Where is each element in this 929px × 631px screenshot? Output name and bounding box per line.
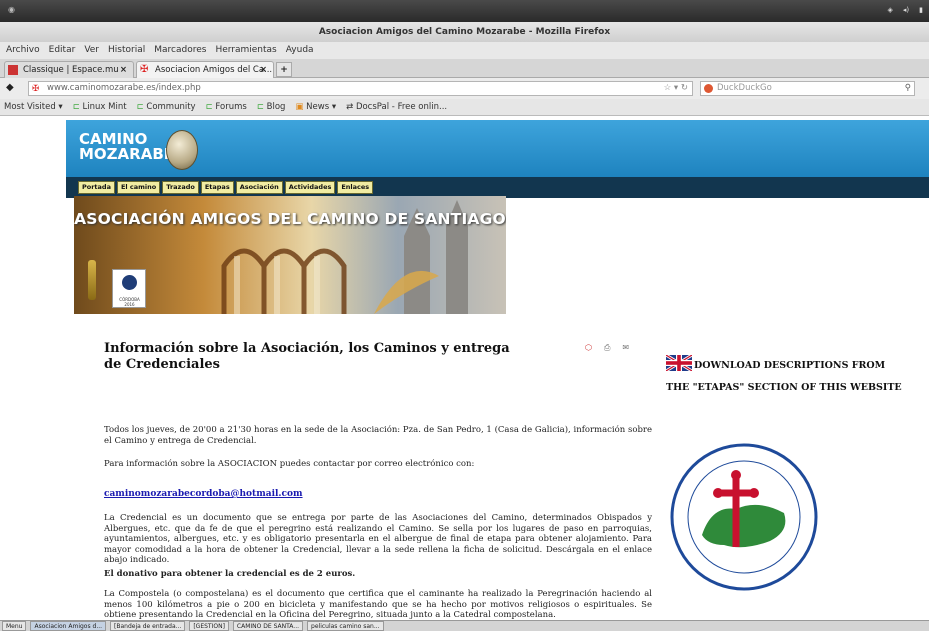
- taskbar-gestion[interactable]: [GESTION]: [189, 621, 229, 631]
- pdf-icon[interactable]: ⬡: [585, 343, 592, 353]
- desktop-panel: ◉ ◈ ◂) ▮: [0, 0, 929, 22]
- bookmark-icon: ⊏: [256, 102, 267, 112]
- menu-ver[interactable]: Ver: [84, 42, 99, 59]
- bookmark-icon: ⊏: [72, 102, 83, 112]
- close-icon[interactable]: ×: [260, 62, 267, 78]
- battery-icon[interactable]: ▮: [919, 6, 923, 14]
- docspal-icon: ⇄: [346, 102, 356, 112]
- page-viewport: CAMINO MOZARABE Portada El camino Trazad…: [0, 117, 929, 620]
- bookmark-icon: ⊏: [205, 102, 216, 112]
- cordoba-2016-badge[interactable]: CÓRDOBA 2016: [112, 269, 146, 308]
- tab-label: Classique | Espace.mu: [23, 65, 119, 75]
- article-title: Información sobre la Asociación, los Cam…: [104, 341, 510, 372]
- panel-apps-icon[interactable]: ◉: [8, 5, 15, 14]
- camino-favicon-icon: ✠: [140, 64, 149, 75]
- bookmark-blog[interactable]: ⊏ Blog: [257, 99, 286, 115]
- menu-bar: Archivo Editar Ver Historial Marcadores …: [0, 42, 929, 59]
- cordoba-logo-icon: [122, 275, 137, 290]
- taskbar: Menu Asociacion Amigos d... [Bandeja de …: [0, 620, 929, 631]
- search-placeholder: DuckDuckGo: [717, 83, 772, 93]
- menu-herramientas[interactable]: Herramientas: [215, 42, 276, 59]
- download-line-2: THE "ETAPAS" SECTION OF THIS WEBSITE: [666, 382, 902, 393]
- duckduckgo-icon: [704, 84, 713, 93]
- window-title: Asociacion Amigos del Camino Mozarabe - …: [0, 22, 929, 42]
- bookmark-linux-mint[interactable]: ⊏ Linux Mint: [73, 99, 127, 115]
- bookmark-forums[interactable]: ⊏ Forums: [206, 99, 247, 115]
- menu-historial[interactable]: Historial: [108, 42, 145, 59]
- email-icon[interactable]: ✉: [622, 343, 629, 353]
- cordoba-label: CÓRDOBA 2016: [119, 297, 140, 307]
- contact-email-link[interactable]: caminomozarabecordoba@hotmail.com: [104, 489, 303, 499]
- tab-asociacion[interactable]: ✠ Asociacion Amigos del Ca... ×: [136, 61, 274, 78]
- download-descriptions-link[interactable]: DOWNLOAD DESCRIPTIONS FROM THE "ETAPAS" …: [666, 355, 916, 399]
- bookmark-docspal[interactable]: ⇄ DocsPal - Free onlin...: [346, 99, 447, 115]
- new-tab-button[interactable]: +: [276, 62, 292, 77]
- close-icon[interactable]: ×: [120, 62, 127, 78]
- taskbar-firefox[interactable]: Asociacion Amigos d...: [30, 621, 107, 631]
- site-nav: Portada El camino Trazado Etapas Asociac…: [66, 177, 929, 198]
- logo-line-2: MOZARABE: [79, 145, 175, 163]
- nav-el-camino[interactable]: El camino: [116, 181, 161, 194]
- article-paragraph: Todos los jueves, de 20'00 a 21'30 horas…: [104, 425, 652, 446]
- menu-ayuda[interactable]: Ayuda: [286, 42, 314, 59]
- site-header: CAMINO MOZARABE: [66, 120, 929, 177]
- site-identity-icon: ✠: [32, 84, 40, 94]
- federation-seal-icon: [670, 443, 818, 591]
- article-paragraph: Para información sobre la ASOCIACION pue…: [104, 459, 475, 469]
- bookmark-icon: ⊏: [136, 102, 147, 112]
- espace-favicon-icon: [8, 65, 18, 75]
- article-tools: ⬡ ⎙ ✉: [585, 343, 629, 353]
- tab-label: Asociacion Amigos del Ca...: [155, 65, 273, 75]
- print-icon[interactable]: ⎙: [604, 343, 610, 353]
- bookmark-community[interactable]: ⊏ Community: [137, 99, 196, 115]
- nav-etapas[interactable]: Etapas: [200, 181, 234, 194]
- tab-classique[interactable]: Classique | Espace.mu ×: [4, 61, 134, 78]
- article: Información sobre la Asociación, los Cam…: [104, 341, 652, 373]
- url-bar[interactable]: ✠ www.caminomozarabe.es/index.php ☆ ▾ ↻: [28, 81, 693, 96]
- nav-portada[interactable]: Portada: [78, 181, 115, 194]
- taskbar-camino[interactable]: CAMINO DE SANTA...: [232, 621, 304, 631]
- pilgrim-emblem-icon: [166, 130, 198, 170]
- menu-editar[interactable]: Editar: [49, 42, 76, 59]
- reload-icon[interactable]: ☆ ▾ ↻: [664, 82, 688, 95]
- taskbar-peliculas[interactable]: peliculas camino san...: [307, 621, 384, 631]
- volume-icon[interactable]: ◂): [903, 6, 909, 14]
- federation-logo[interactable]: [666, 435, 822, 605]
- bookmark-most-visited[interactable]: Most Visited ▾: [4, 99, 63, 115]
- nav-trazado[interactable]: Trazado: [162, 181, 199, 194]
- taskbar-inbox[interactable]: [Bandeja de entrada...: [110, 621, 186, 631]
- search-input[interactable]: DuckDuckGo ⚲: [700, 81, 915, 96]
- bookmarks-bar: Most Visited ▾ ⊏ Linux Mint ⊏ Community …: [0, 99, 929, 116]
- nav-actividades[interactable]: Actividades: [284, 181, 336, 194]
- sidebar: DOWNLOAD DESCRIPTIONS FROM THE "ETAPAS" …: [666, 355, 916, 399]
- banner-title: ASOCIACIÓN AMIGOS DEL CAMINO DE SANTIAGO: [74, 210, 506, 228]
- uk-flag-icon: [666, 355, 692, 371]
- article-paragraph: El donativo para obtener la credencial e…: [104, 569, 356, 579]
- taskbar-menu[interactable]: Menu: [2, 621, 27, 631]
- network-icon[interactable]: ◈: [888, 6, 893, 14]
- nav-asociacion[interactable]: Asociación: [235, 181, 283, 194]
- article-paragraph: La Compostela (o compostelana) es el doc…: [104, 589, 652, 620]
- bookmark-news[interactable]: ▣ News ▾: [295, 99, 336, 115]
- url-text: www.caminomozarabe.es/index.php: [47, 83, 201, 93]
- tab-bar: Classique | Espace.mu × ✠ Asociacion Ami…: [0, 59, 929, 78]
- article-paragraph: La Credencial es un documento que se ent…: [104, 513, 652, 565]
- menu-archivo[interactable]: Archivo: [6, 42, 40, 59]
- site-logo[interactable]: CAMINO MOZARABE: [79, 132, 174, 162]
- rss-icon: ▣: [295, 102, 307, 112]
- search-icon[interactable]: ⚲: [905, 82, 911, 95]
- download-line-1: DOWNLOAD DESCRIPTIONS FROM: [694, 360, 886, 371]
- navigation-bar: ◆ ✠ www.caminomozarabe.es/index.php ☆ ▾ …: [0, 78, 929, 99]
- banner-image: ASOCIACIÓN AMIGOS DEL CAMINO DE SANTIAGO…: [74, 196, 506, 314]
- key-icon: [88, 260, 96, 300]
- nav-enlaces[interactable]: Enlaces: [337, 181, 374, 194]
- menu-marcadores[interactable]: Marcadores: [154, 42, 206, 59]
- back-arrow-icon[interactable]: ◆: [6, 82, 14, 93]
